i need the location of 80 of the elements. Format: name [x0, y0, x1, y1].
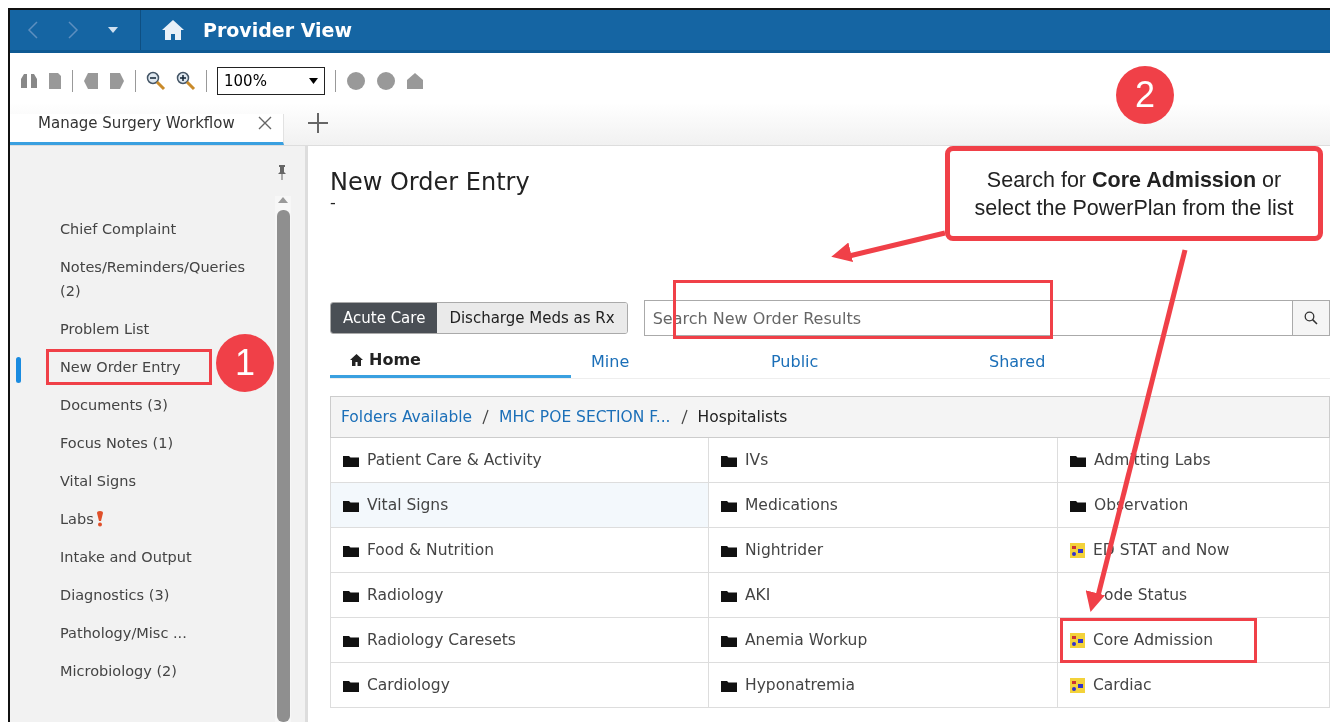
- folder-icon: [343, 453, 359, 467]
- folder-item[interactable]: Core Admission: [1058, 618, 1330, 663]
- venue-button[interactable]: Discharge Meds as Rx: [437, 303, 627, 333]
- sidebar-item[interactable]: Diagnostics (3): [10, 576, 170, 614]
- circle-icon[interactable]: [376, 71, 396, 91]
- breadcrumb-current: Hospitalists: [697, 408, 788, 426]
- window-title: Provider View: [203, 19, 353, 41]
- breadcrumb-link[interactable]: MHC POE SECTION F...: [499, 408, 671, 426]
- folder-icon: [721, 678, 737, 692]
- breadcrumb-separator: [680, 409, 688, 425]
- search-icon: [1304, 311, 1318, 325]
- sidebar-item[interactable]: Chief Complaint: [10, 210, 177, 248]
- plan-icon: [1070, 632, 1085, 648]
- sidebar-item[interactable]: Pathology/Misc ...: [10, 614, 187, 652]
- folder-item[interactable]: Food & Nutrition: [331, 528, 709, 573]
- breadcrumb-separator: [482, 409, 490, 425]
- sidebar-item[interactable]: Problem List: [10, 310, 150, 348]
- folder-item[interactable]: Radiology Caresets: [331, 618, 709, 663]
- folder-item[interactable]: ode Status: [1058, 573, 1330, 618]
- sidebar-item[interactable]: Documents (3): [10, 386, 168, 424]
- sidebar-item[interactable]: Focus Notes (1): [10, 424, 174, 462]
- folder-icon: [343, 543, 359, 557]
- sidebar-item[interactable]: Notes/Reminders/Queries (2): [10, 248, 260, 310]
- folder-icon: [1070, 453, 1086, 467]
- binoculars-icon[interactable]: [20, 73, 38, 89]
- folder-item[interactable]: Radiology: [331, 573, 709, 618]
- folder-tab[interactable]: Mine: [571, 344, 751, 378]
- page-icon[interactable]: [48, 72, 62, 90]
- alert-icon: [95, 511, 104, 527]
- folder-item[interactable]: Medications: [709, 483, 1058, 528]
- folder-item[interactable]: AKI: [709, 573, 1058, 618]
- circle-icon[interactable]: [346, 71, 366, 91]
- home-icon: [350, 353, 363, 366]
- folder-tab[interactable]: Home: [330, 344, 571, 378]
- zoom-select[interactable]: 100%: [217, 67, 325, 95]
- search-button[interactable]: [1293, 300, 1330, 336]
- folder-icon: [721, 633, 737, 647]
- home-icon[interactable]: [161, 19, 185, 41]
- scroll-bar[interactable]: [275, 196, 291, 722]
- page-title: New Order Entry: [330, 168, 530, 196]
- sidebar-item[interactable]: New Order Entry: [10, 348, 181, 386]
- folder-icon: [343, 678, 359, 692]
- folder-item[interactable]: Hyponatremia: [709, 663, 1058, 708]
- zoom-out-icon[interactable]: [146, 71, 166, 91]
- folder-tab[interactable]: Shared: [969, 344, 1149, 378]
- folder-item[interactable]: Cardiac: [1058, 663, 1330, 708]
- home-icon[interactable]: [406, 72, 424, 90]
- sidebar-item[interactable]: Intake and Output: [10, 538, 192, 576]
- folder-item[interactable]: IVs: [709, 438, 1058, 483]
- folder-icon: [721, 543, 737, 557]
- venue-button[interactable]: Acute Care: [331, 303, 438, 333]
- plan-icon: [1070, 542, 1085, 558]
- folder-item[interactable]: Nightrider: [709, 528, 1058, 573]
- folder-icon: [721, 588, 737, 602]
- sidebar-item[interactable]: Vital Signs: [10, 462, 137, 500]
- folder-icon: [1070, 498, 1086, 512]
- page-back-icon[interactable]: [83, 72, 99, 90]
- plan-icon: [1070, 677, 1085, 693]
- folder-icon: [343, 498, 359, 512]
- caret-icon: [309, 78, 318, 84]
- folder-icon: [343, 588, 359, 602]
- folder-tab[interactable]: Public: [751, 344, 969, 378]
- folder-item[interactable]: Anemia Workup: [709, 618, 1058, 663]
- sidebar-item[interactable]: Microbiology (2): [10, 652, 177, 690]
- callout-text: Search for Core Admission or select the PowerPlan from the list: [973, 166, 1295, 222]
- close-icon[interactable]: [256, 115, 273, 131]
- folder-item[interactable]: Cardiology: [331, 663, 709, 708]
- folder-icon: [721, 498, 737, 512]
- page-subtitle: -: [330, 196, 336, 210]
- breadcrumb-link[interactable]: Folders Available: [341, 408, 473, 426]
- workflow-tab[interactable]: Manage Surgery Workflow: [10, 114, 284, 145]
- sidebar-item[interactable]: Labs: [10, 500, 104, 538]
- folder-icon: [343, 633, 359, 647]
- zoom-in-icon[interactable]: [176, 71, 196, 91]
- step-badge: 2: [1116, 66, 1174, 124]
- folder-icon: [721, 453, 737, 467]
- add-tab-icon[interactable]: [305, 111, 330, 135]
- pin-icon[interactable]: [277, 164, 287, 180]
- folder-item[interactable]: Vital Signs: [331, 483, 709, 528]
- page-forward-icon[interactable]: [109, 72, 125, 90]
